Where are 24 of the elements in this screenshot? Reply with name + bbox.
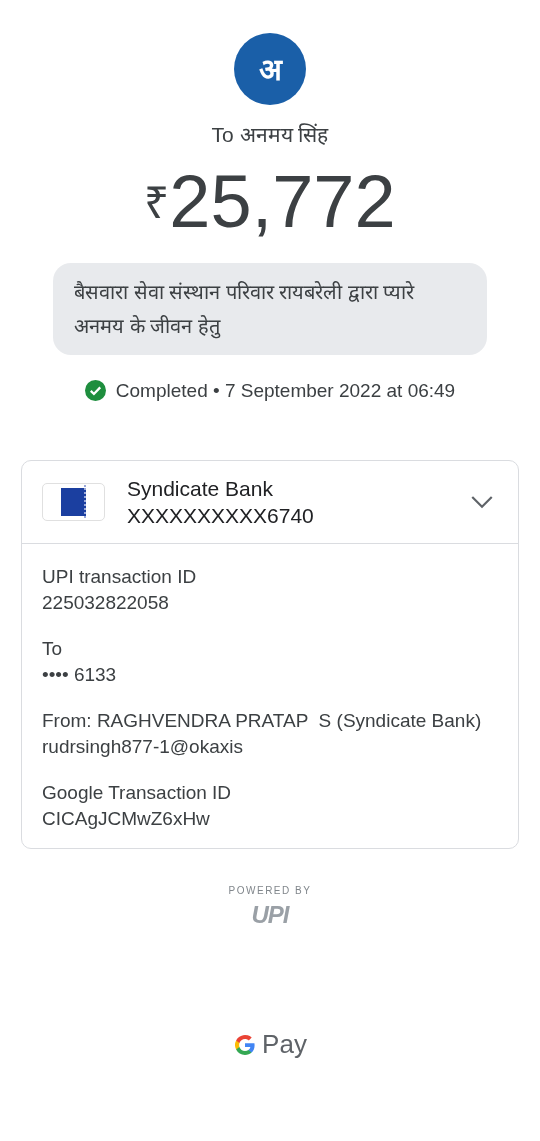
recipient-name: To अनमय सिंह <box>211 122 329 148</box>
google-logo-icon <box>233 1032 258 1057</box>
bank-name: Syndicate Bank <box>127 476 274 502</box>
detail-value: •••• 6133 <box>42 663 118 687</box>
chevron-down-icon[interactable] <box>471 495 493 509</box>
detail-label: From: RAGHVENDRA PRATAP S (Syndicate Bank) <box>42 709 483 733</box>
avatar: अ <box>234 33 306 105</box>
detail-label: Google Transaction ID <box>42 781 233 805</box>
status-text: Completed • 7 September 2022 at 06:49 <box>115 378 456 403</box>
powered-by-label: POWERED BY <box>228 884 312 898</box>
payment-note: बैसवारा सेवा संस्थान परिवार रायबरेली द्वारा प्यारे अनमय के जीवन हेतु <box>53 262 487 355</box>
currency-symbol: ₹ <box>144 180 170 225</box>
check-circle-icon <box>84 380 106 402</box>
detail-label: UPI transaction ID <box>42 565 198 589</box>
detail-label: To <box>42 637 64 661</box>
upi-logo: UPI <box>251 900 289 930</box>
detail-value: 225032822058 <box>42 591 170 615</box>
detail-value: CICAgJCMwZ6xHw <box>42 807 211 831</box>
bank-logo-icon <box>42 483 105 521</box>
account-number: XXXXXXXXXX6740 <box>127 503 315 529</box>
detail-value: rudrsingh877-1@okaxis <box>42 735 244 759</box>
amount: 25,772 <box>169 164 396 239</box>
account-header[interactable]: Syndicate Bank XXXXXXXXXX6740 <box>22 461 518 544</box>
gpay-logo-text: Pay <box>262 1028 307 1061</box>
